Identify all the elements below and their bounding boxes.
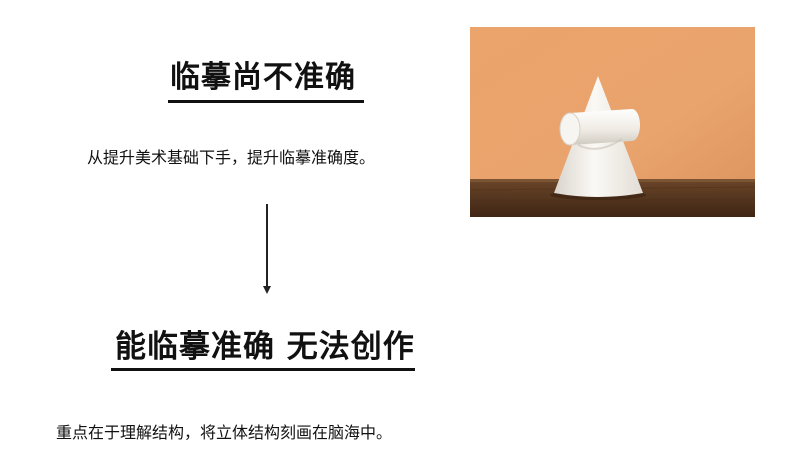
section2-description: 重点在于理解结构，将立体结构刻画在脑海中。 bbox=[56, 423, 393, 442]
down-arrow-line bbox=[266, 204, 268, 288]
section2-heading: 能临摹准确 无法创作 bbox=[115, 329, 415, 365]
plaster-cone-photo bbox=[470, 27, 755, 217]
plaster-cone-illustration bbox=[470, 27, 755, 217]
down-arrow-icon bbox=[263, 286, 271, 294]
section2-heading-underline bbox=[111, 368, 415, 371]
section1-heading: 临摹尚不准确 bbox=[170, 60, 356, 95]
section1-heading-underline bbox=[168, 100, 364, 103]
slide: 临摹尚不准确 从提升美术基础下手，提升临摹准确度。 能临摹准确 无法创作 重点在… bbox=[0, 0, 790, 459]
section1-description: 从提升美术基础下手，提升临摹准确度。 bbox=[87, 148, 376, 167]
